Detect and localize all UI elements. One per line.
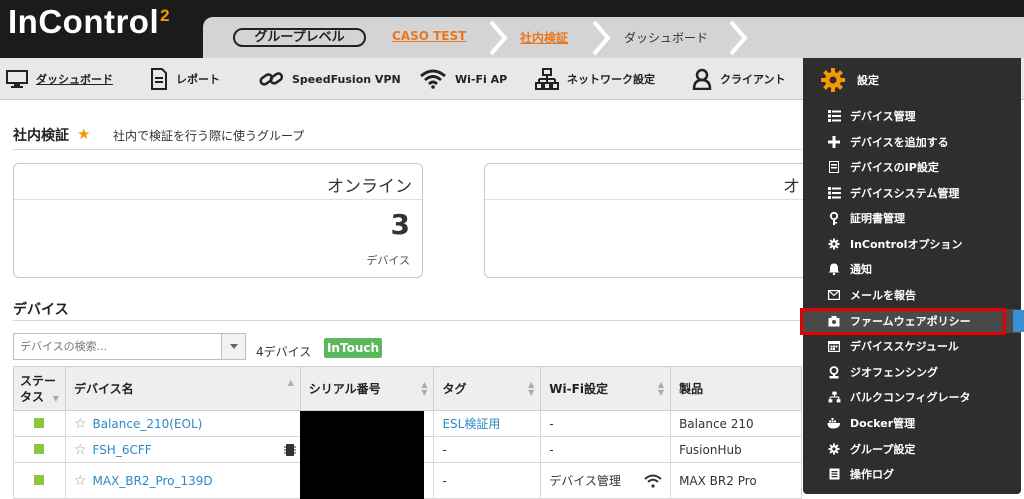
search-dropdown-button[interactable]: [221, 334, 245, 359]
document-icon: [151, 68, 167, 90]
highlight-annotation: [800, 308, 1006, 335]
calendar-icon: [827, 339, 841, 353]
chip-icon: [283, 444, 296, 456]
menu-item-geofencing[interactable]: ジオフェンシング: [803, 360, 1021, 384]
device-name-link[interactable]: MAX_BR2_Pro_139D: [93, 474, 213, 488]
intouch-badge[interactable]: InTouch: [324, 338, 382, 358]
log-icon: [827, 467, 841, 481]
status-online-icon: [34, 443, 45, 454]
scrollbar[interactable]: [1013, 310, 1024, 332]
wifi-icon: [420, 69, 446, 89]
divider: [13, 320, 802, 321]
gear-icon: [827, 442, 841, 456]
favorite-star-icon[interactable]: ☆: [74, 473, 87, 489]
nav-dashboard[interactable]: ダッシュボード: [6, 58, 113, 100]
envelope-icon: [827, 288, 841, 302]
page-title: 社内検証: [13, 128, 69, 144]
device-name-link[interactable]: FSH_6CFF: [93, 443, 152, 457]
divider: [13, 149, 802, 150]
column-tag[interactable]: タグ ▲ ▼: [433, 366, 542, 411]
network-icon: [535, 68, 559, 90]
breadcrumb: グループレベル CASO TEST 社内検証 ダッシュボード: [203, 17, 1024, 58]
menu-item-add-device[interactable]: デバイスを追加する: [803, 130, 1021, 154]
bell-icon: [827, 262, 841, 276]
table-header-row: ステー タス ▼ デバイス名 ▲ シリアル番号 ▲ ▼ タグ ▲ ▼ Wi-Fi設定 ▲ ▼ 製…: [13, 366, 802, 411]
menu-item-docker-management[interactable]: Docker管理: [803, 411, 1021, 435]
column-status[interactable]: ステー タス ▼: [13, 366, 66, 411]
link-icon: [259, 72, 284, 86]
menu-item-bulk-configurator[interactable]: バルクコンフィグレータ: [803, 385, 1021, 409]
status-online-icon: [34, 474, 45, 485]
menu-item-device-schedule[interactable]: デバイススケジュール: [803, 334, 1021, 358]
settings-dropdown-menu: デバイス管理 デバイスを追加する デバイスのIP設定 デバイスシステム管理 証明…: [803, 100, 1021, 494]
device-search-input[interactable]: [14, 334, 219, 359]
menu-item-operation-log[interactable]: 操作ログ: [803, 462, 1021, 486]
status-online-icon: [34, 417, 45, 428]
device-search[interactable]: [13, 333, 246, 360]
menu-item-certificate-management[interactable]: 証明書管理: [803, 206, 1021, 230]
tag-link[interactable]: ESL検証用: [442, 417, 500, 431]
gear-icon: [827, 237, 841, 251]
column-product[interactable]: 製品: [670, 366, 802, 411]
network-icon: [827, 390, 841, 404]
chevron-right-icon: [592, 20, 611, 56]
list-icon: [827, 109, 841, 123]
menu-item-notifications[interactable]: 通知: [803, 257, 1021, 281]
gear-icon: [821, 68, 845, 92]
device-count: 4デバイス: [256, 345, 312, 359]
menu-item-device-system-management[interactable]: デバイスシステム管理: [803, 181, 1021, 205]
redacted-serial-block: [300, 411, 424, 499]
menu-item-group-settings[interactable]: グループ設定: [803, 437, 1021, 461]
nav-speedfusion[interactable]: SpeedFusion VPN: [258, 58, 401, 100]
breadcrumb-group-link[interactable]: 社内検証: [520, 29, 568, 46]
breadcrumb-current-page: ダッシュボード: [624, 31, 709, 45]
caret-down-icon: [230, 344, 238, 349]
nav-report[interactable]: レポート: [150, 58, 220, 100]
devices-section-title: デバイス: [13, 302, 69, 318]
top-bar: InControl2 グループレベル CASO TEST 社内検証 ダッシュボー…: [0, 0, 1024, 58]
key-icon: [827, 211, 841, 225]
column-wifi-settings[interactable]: Wi-Fi設定 ▲ ▼: [540, 366, 672, 411]
plus-icon: [827, 135, 841, 149]
map-pin-icon: [827, 365, 841, 379]
favorite-star-icon[interactable]: ☆: [74, 416, 87, 432]
user-icon: [692, 68, 712, 90]
monitor-icon: [6, 70, 28, 88]
list-icon: [827, 186, 841, 200]
menu-item-device-management[interactable]: デバイス管理: [803, 104, 1021, 128]
docker-icon: [827, 416, 841, 430]
second-status-panel[interactable]: オ: [484, 163, 824, 278]
chevron-right-icon: [729, 20, 748, 56]
nav-network-settings[interactable]: ネットワーク設定: [535, 58, 655, 100]
favorite-star-icon[interactable]: ★: [77, 125, 90, 143]
device-name-link[interactable]: Balance_210(EOL): [93, 417, 203, 431]
column-serial[interactable]: シリアル番号 ▲ ▼: [299, 366, 435, 411]
menu-item-incontrol-options[interactable]: InControlオプション: [803, 232, 1021, 256]
breadcrumb-org-link[interactable]: CASO TEST: [392, 29, 466, 43]
favorite-star-icon[interactable]: ☆: [74, 442, 87, 458]
incontrol-logo[interactable]: InControl2: [8, 3, 170, 41]
column-device-name[interactable]: デバイス名 ▲: [64, 366, 301, 411]
online-count: 3: [390, 208, 410, 241]
wifi-icon: [644, 474, 662, 488]
chevron-right-icon: [489, 20, 508, 56]
menu-item-email-report[interactable]: メールを報告: [803, 283, 1021, 307]
group-description: 社内で検証を行う際に使うグループ: [113, 129, 305, 143]
nav-client[interactable]: クライアント: [692, 58, 786, 100]
group-level-badge: グループレベル: [233, 28, 366, 47]
menu-item-device-ip-settings[interactable]: デバイスのIP設定: [803, 155, 1021, 179]
online-devices-panel[interactable]: オンライン 3 デバイス: [13, 163, 423, 278]
nav-settings[interactable]: 設定: [803, 58, 1021, 100]
nav-wifi[interactable]: Wi-Fi AP: [419, 58, 507, 100]
document-icon: [827, 160, 841, 174]
